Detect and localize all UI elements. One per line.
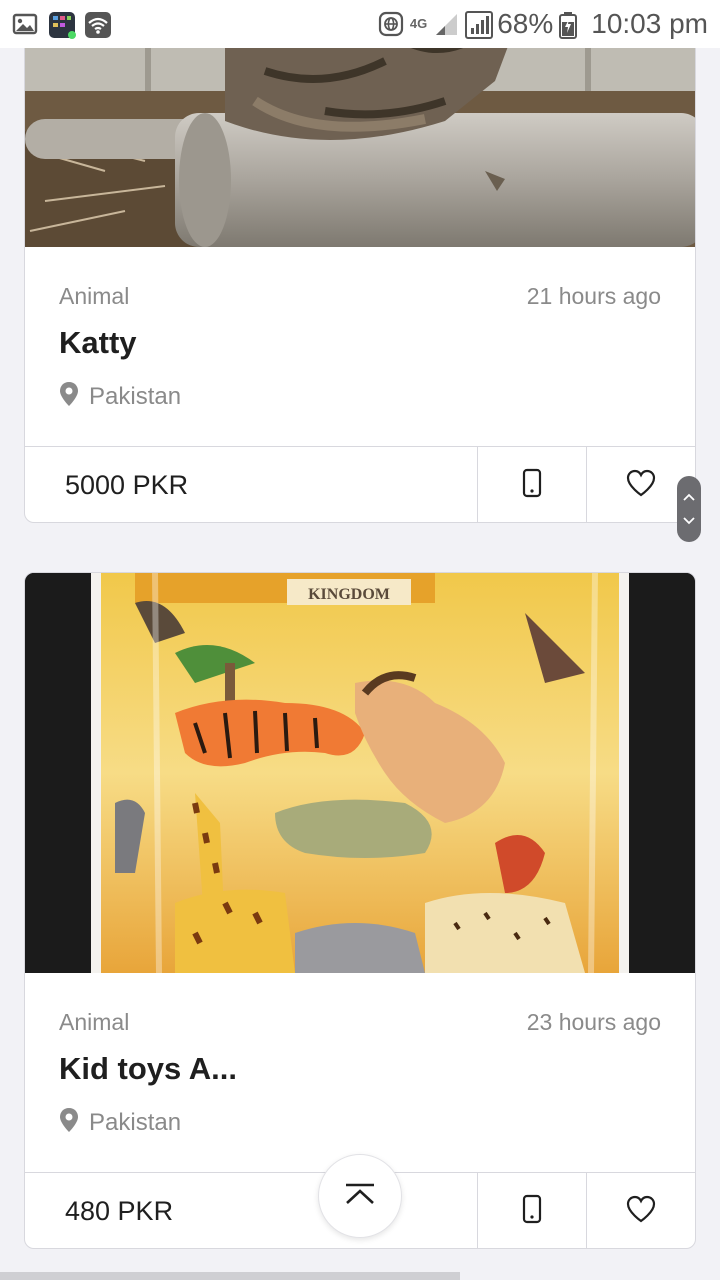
call-button[interactable] [477, 1173, 586, 1248]
clock: 10:03 pm [591, 8, 708, 39]
phone-icon [522, 468, 542, 503]
listing-image[interactable]: KINGDOM [25, 573, 695, 973]
status-bar: 4G 68% 10:03 pm [0, 0, 720, 48]
location-text: Pakistan [89, 1108, 182, 1136]
listing-time: 23 hours ago [526, 1009, 661, 1035]
listing-location: Pakistan [59, 381, 181, 412]
listing-location: Pakistan [59, 1107, 181, 1138]
chevron-up-icon [683, 488, 695, 506]
vpn-globe-icon [378, 11, 404, 37]
location-pin-icon [59, 1107, 79, 1138]
heart-icon [626, 469, 656, 502]
listing-card[interactable]: Animal 21 hours ago Katty Pakistan 5000 … [24, 0, 696, 523]
package-banner-text: KINGDOM [308, 586, 390, 603]
listing-price: 5000 PKR [65, 469, 189, 500]
fast-scroll-handle[interactable] [677, 476, 701, 542]
wifi-icon [84, 11, 111, 38]
phone-icon [522, 1194, 542, 1229]
favorite-button[interactable] [586, 1173, 695, 1248]
app-notification-icon [48, 11, 76, 39]
listing-footer: 5000 PKR [25, 446, 695, 522]
call-button[interactable] [477, 447, 586, 522]
location-text: Pakistan [89, 382, 182, 410]
listing-category: Animal [59, 283, 130, 309]
listing-card[interactable]: KINGDOM Animal 23 hours ago Kid toys A..… [24, 572, 696, 1249]
back-to-top-button[interactable] [318, 1154, 402, 1238]
listing-price: 480 PKR [65, 1195, 174, 1226]
battery-icon [559, 11, 585, 39]
chevron-down-icon [683, 512, 695, 530]
network-type: 4G [409, 16, 428, 31]
location-pin-icon [59, 381, 79, 412]
signal-icon [465, 11, 494, 39]
gallery-icon [12, 11, 38, 37]
listing-title[interactable]: Kid toys A... [59, 1051, 237, 1087]
heart-icon [626, 1195, 656, 1228]
listing-category: Animal [59, 1009, 130, 1035]
listing-time: 21 hours ago [526, 283, 661, 309]
horizontal-scrollbar [0, 1272, 460, 1280]
listing-title[interactable]: Katty [59, 325, 137, 361]
signal-icon [433, 11, 459, 37]
battery-percent: 68% [497, 8, 554, 39]
chevron-up-bar-icon [344, 1182, 376, 1211]
